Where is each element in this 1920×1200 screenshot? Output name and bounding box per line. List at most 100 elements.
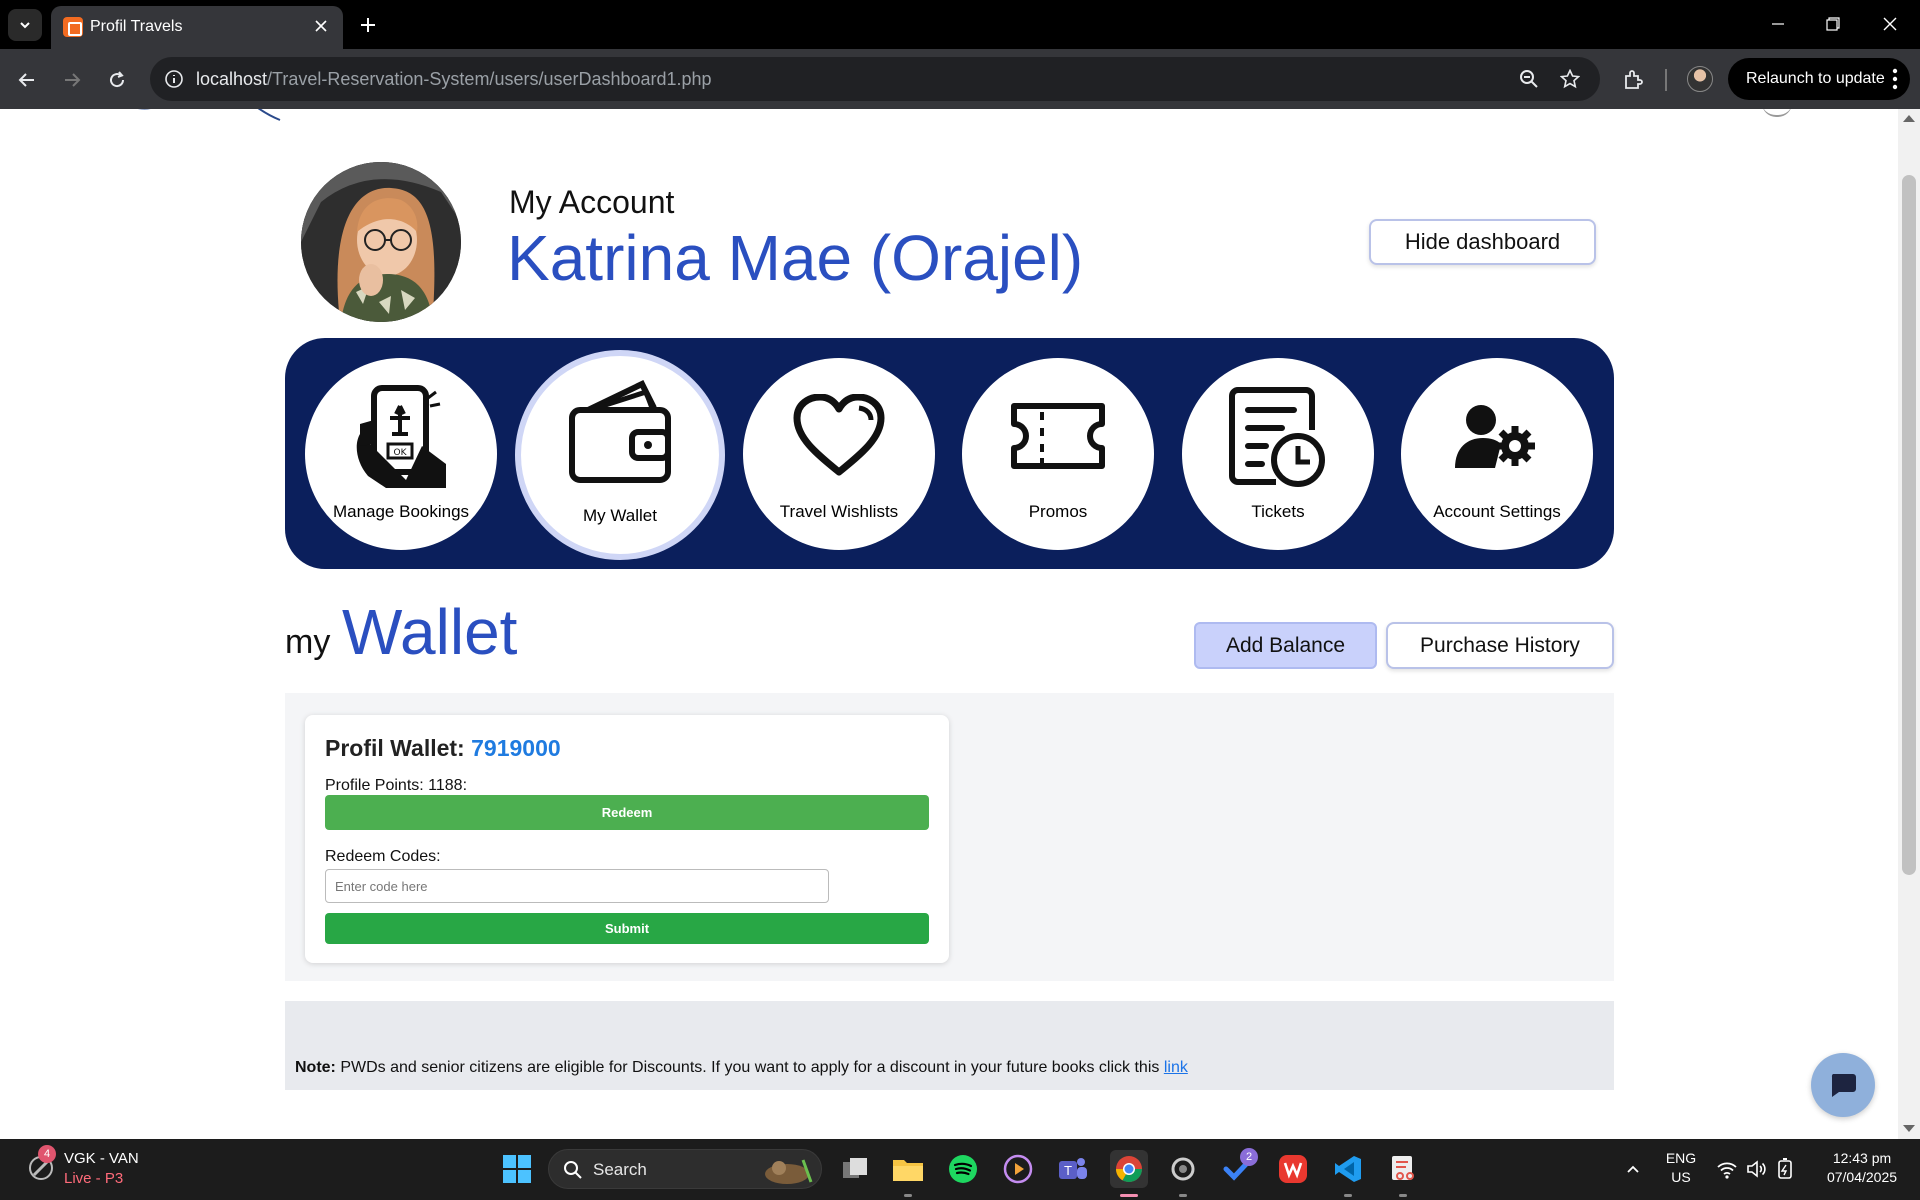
teams-button[interactable]: T — [1054, 1150, 1092, 1188]
plus-icon — [361, 18, 375, 32]
account-label: My Account — [509, 184, 675, 220]
widget-title[interactable]: VGK - VAN — [64, 1150, 139, 1167]
vscode-button[interactable] — [1329, 1150, 1367, 1188]
page-scrollbar[interactable] — [1898, 109, 1920, 1139]
menu-label: Manage Bookings — [332, 502, 470, 521]
extensions-icon[interactable] — [1616, 63, 1650, 97]
scroll-up-icon[interactable] — [1903, 115, 1915, 122]
windows-logo-icon — [503, 1155, 531, 1183]
zoom-icon[interactable] — [1517, 67, 1541, 91]
task-view-icon — [843, 1158, 867, 1178]
redeem-label: Redeem — [601, 805, 653, 820]
arrow-right-icon — [65, 73, 81, 87]
redeem-code-input[interactable] — [325, 869, 829, 903]
volume-icon[interactable] — [1746, 1159, 1768, 1179]
submit-button[interactable]: Submit — [325, 913, 929, 944]
discount-link[interactable]: link — [1164, 1059, 1188, 1076]
chevron-up-icon — [1627, 1165, 1639, 1173]
tab-title: Profil Travels — [90, 18, 183, 35]
folder-icon — [893, 1160, 923, 1181]
running-indicator — [1399, 1194, 1407, 1197]
app-circle-button[interactable] — [1164, 1150, 1202, 1188]
hide-dashboard-button[interactable]: Hide dashboard — [1369, 219, 1596, 265]
address-bar[interactable]: localhost/Travel-Reservation-System/user… — [150, 57, 1600, 101]
menu-manage-bookings[interactable]: OK Manage Bookings — [305, 358, 497, 550]
menu-label: Promos — [1028, 502, 1088, 521]
battery-icon[interactable] — [1774, 1158, 1796, 1180]
wallet-icon — [569, 380, 671, 483]
search-label: Search — [593, 1160, 647, 1179]
reload-button[interactable] — [100, 63, 134, 97]
chevron-down-icon — [20, 22, 30, 29]
scroll-thumb[interactable] — [1902, 175, 1916, 875]
menu-tickets[interactable]: Tickets — [1182, 358, 1374, 550]
purchase-history-label: Purchase History — [1420, 633, 1580, 657]
search-highlight-icon — [765, 1159, 813, 1184]
file-explorer-button[interactable] — [889, 1150, 927, 1188]
menu-account-settings[interactable]: Account Settings — [1401, 358, 1593, 550]
relaunch-button[interactable]: Relaunch to update — [1728, 58, 1910, 100]
browser-titlebar: Profil Travels — [0, 0, 1920, 49]
wallet-title: Wallet — [342, 596, 518, 668]
wps-button[interactable] — [1274, 1150, 1312, 1188]
relaunch-label: Relaunch to update — [1746, 70, 1885, 87]
chat-button[interactable] — [1811, 1053, 1875, 1117]
restore-button[interactable] — [1811, 8, 1855, 40]
menu-my-wallet[interactable]: My Wallet — [515, 350, 725, 560]
spotify-icon — [949, 1155, 977, 1183]
tab-search-button[interactable] — [8, 9, 42, 41]
reload-icon — [110, 71, 125, 88]
note-text: Note: PWDs and senior citizens are eligi… — [295, 1059, 1188, 1076]
redeem-button[interactable]: Redeem — [325, 795, 929, 830]
site-info-icon[interactable] — [162, 67, 186, 91]
spotify-button[interactable] — [944, 1150, 982, 1188]
browser-toolbar: localhost/Travel-Reservation-System/user… — [0, 49, 1920, 109]
scroll-down-icon[interactable] — [1903, 1125, 1915, 1132]
user-avatar — [301, 162, 461, 322]
profile-avatar[interactable] — [1687, 66, 1713, 92]
browser-tab[interactable]: Profil Travels — [51, 6, 343, 49]
tray-overflow-button[interactable] — [1614, 1150, 1652, 1188]
tab-close-button[interactable] — [309, 14, 333, 38]
toolbar-divider — [1665, 69, 1667, 91]
purchase-history-button[interactable]: Purchase History — [1386, 622, 1614, 669]
close-window-button[interactable] — [1868, 8, 1912, 40]
ring-icon — [1171, 1157, 1195, 1181]
running-indicator — [904, 1194, 912, 1197]
media-player-button[interactable] — [999, 1150, 1037, 1188]
snipping-tool-button[interactable] — [1384, 1150, 1422, 1188]
minimize-button[interactable] — [1756, 8, 1800, 40]
chat-icon — [1831, 1074, 1856, 1097]
heart-icon — [793, 394, 885, 476]
chrome-button[interactable] — [1110, 1150, 1148, 1188]
teams-icon: T — [1059, 1158, 1087, 1179]
wifi-icon[interactable] — [1716, 1159, 1738, 1179]
profile-points: Profile Points: 1188: — [325, 777, 468, 794]
add-balance-button[interactable]: Add Balance — [1194, 622, 1377, 669]
widget-subtitle: Live - P3 — [64, 1170, 124, 1187]
redeem-codes-label: Redeem Codes: — [325, 848, 441, 865]
wallet-balance-heading: Profil Wallet: 7919000 — [325, 735, 561, 761]
back-button[interactable] — [10, 63, 44, 97]
menu-travel-wishlists[interactable]: Travel Wishlists — [743, 358, 935, 550]
taskbar-search[interactable]: Search — [548, 1149, 822, 1189]
language-indicator[interactable]: ENG US — [1657, 1150, 1705, 1185]
favicon-icon — [63, 17, 83, 37]
forward-button[interactable] — [55, 63, 89, 97]
submit-label: Submit — [604, 921, 650, 936]
search-icon — [564, 1161, 582, 1179]
bookmark-star-icon[interactable] — [1558, 67, 1582, 91]
site-logo[interactable] — [100, 109, 300, 131]
menu-promos[interactable]: Promos — [962, 358, 1154, 550]
svg-text:T: T — [1063, 1164, 1072, 1178]
menu-label: Account Settings — [1433, 502, 1561, 521]
add-balance-label: Add Balance — [1225, 633, 1346, 657]
clock[interactable]: 12:43 pm 07/04/2025 — [1812, 1150, 1912, 1185]
new-tab-button[interactable] — [353, 10, 383, 40]
url-text: localhost/Travel-Reservation-System/user… — [196, 69, 712, 89]
wallet-title-prefix: my — [285, 623, 331, 661]
more-vert-icon — [1892, 68, 1898, 90]
user-gear-icon — [1455, 405, 1535, 468]
task-view-button[interactable] — [836, 1150, 874, 1188]
start-button[interactable] — [498, 1150, 536, 1188]
